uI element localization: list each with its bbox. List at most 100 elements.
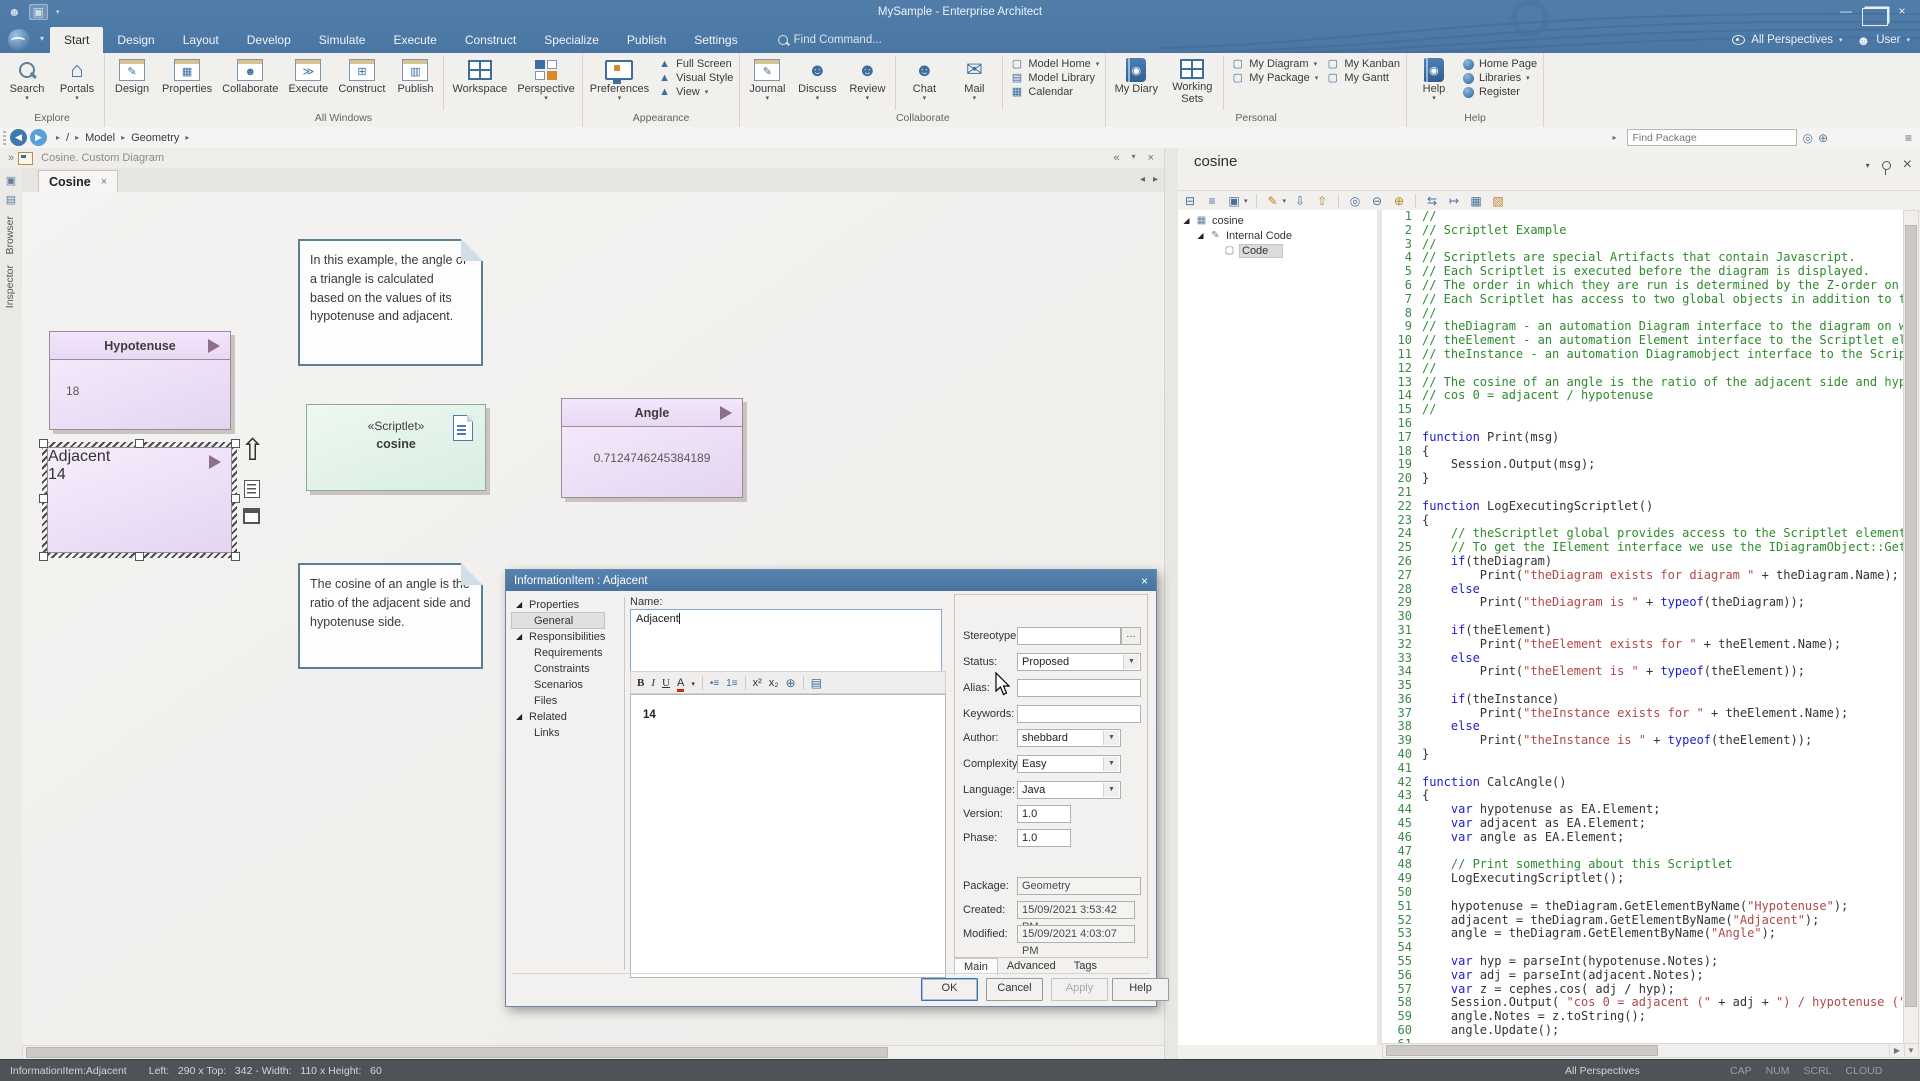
note-element-2[interactable]: The cosine of an angle is the ratio of t… — [298, 563, 483, 669]
close-button[interactable]: × — [1890, 4, 1914, 20]
ribbon-button-journal[interactable]: ✎Journal▾ — [742, 54, 792, 112]
find-icon[interactable]: ◎ — [1347, 194, 1363, 208]
element-adjacent-selection[interactable]: Adjacent 14 — [42, 442, 237, 558]
element-angle[interactable]: Angle 0.7124746245384189 — [561, 398, 743, 498]
ribbon-tab-settings[interactable]: Settings — [680, 27, 751, 53]
resize-handle[interactable] — [231, 439, 240, 448]
find-command[interactable]: Find Command... — [778, 27, 882, 53]
field-stereotype--value[interactable] — [1017, 627, 1121, 645]
field-phase--value[interactable]: 1.0 — [1017, 829, 1071, 847]
ribbon-button-publish[interactable]: ▥Publish — [390, 54, 440, 112]
ribbon-button-home-page[interactable]: Home Page — [1463, 58, 1537, 70]
code-vscrollbar-thumb[interactable] — [1905, 225, 1917, 1007]
ribbon-tab-start[interactable]: Start — [50, 27, 103, 53]
code-hscrollbar-thumb[interactable] — [1386, 1045, 1658, 1056]
dialog-nav-responsibilities[interactable]: ◢Responsibilities — [512, 629, 624, 644]
resize-handle[interactable] — [135, 439, 144, 448]
element-scriptlet-cosine[interactable]: «Scriptlet» cosine — [306, 404, 486, 491]
name-input[interactable]: Adjacent — [630, 609, 942, 673]
ribbon-button-libraries[interactable]: Libraries▾ — [1463, 72, 1537, 84]
ribbon-button-mail[interactable]: ✉Mail▾ — [949, 54, 999, 112]
dock-pane2-icon[interactable]: ▤ — [4, 193, 18, 206]
ok-button[interactable]: OK — [921, 978, 978, 1001]
sidebar-tab-browser[interactable]: Browser — [4, 216, 18, 255]
field-author--value[interactable]: shebbard▼ — [1017, 729, 1121, 747]
breadcrumb-item--[interactable]: / — [66, 132, 69, 144]
zoom-in-icon[interactable]: ⊕ — [1391, 194, 1407, 208]
dropdown-caret-icon[interactable]: ▼ — [1103, 757, 1119, 771]
dialog-nav-files[interactable]: Files — [512, 693, 624, 708]
ribbon-button-execute[interactable]: ≫Execute — [283, 54, 333, 112]
goto-line-icon[interactable]: ↦ — [1446, 194, 1462, 208]
ribbon-button-construct[interactable]: ⊞Construct — [333, 54, 390, 112]
ribbon-button-model-home[interactable]: ▢Model Home▾ — [1010, 58, 1099, 70]
ribbon-button-working-sets[interactable]: Working Sets — [1164, 54, 1220, 112]
field-language--value[interactable]: Java▼ — [1017, 781, 1121, 799]
breadcrumb-item-geometry[interactable]: Geometry — [131, 132, 179, 144]
ribbon-tab-develop[interactable]: Develop — [233, 27, 305, 53]
ribbon-tab-publish[interactable]: Publish — [613, 27, 680, 53]
resize-handle[interactable] — [231, 494, 240, 503]
tab-close-icon[interactable]: × — [101, 176, 107, 188]
minimize-button[interactable]: — — [1834, 4, 1858, 20]
ribbon-tab-layout[interactable]: Layout — [169, 27, 233, 53]
dropdown-caret-icon[interactable]: ▼ — [1103, 731, 1119, 745]
new-window-icon[interactable]: ▣ — [1226, 194, 1242, 208]
tab-scroll-right-icon[interactable]: ▸ — [1153, 174, 1158, 185]
richtext-bold-icon[interactable]: B — [637, 677, 644, 689]
resize-handle[interactable] — [231, 552, 240, 561]
user-menu[interactable]: User — [1876, 34, 1900, 46]
collapse-icon[interactable]: « — [1113, 152, 1119, 164]
dialog-nav-general[interactable]: General — [512, 613, 604, 628]
richtext-subscript-icon[interactable]: x₂ — [769, 677, 779, 689]
ribbon-button-discuss[interactable]: ☻Discuss▾ — [792, 54, 842, 112]
perspectives-menu[interactable]: All Perspectives — [1751, 34, 1833, 46]
scroll-down-icon[interactable]: ▼ — [1903, 1043, 1919, 1058]
panel-menu-caret-icon[interactable]: ▾ — [1866, 161, 1870, 170]
nav-forward-button[interactable]: ▶ — [30, 129, 47, 146]
overflow-chevron-icon[interactable]: » — [8, 152, 14, 164]
cancel-button[interactable]: Cancel — [986, 978, 1043, 1001]
dropdown-caret-icon[interactable]: ▾ — [1132, 152, 1136, 164]
find-package-input[interactable] — [1627, 129, 1797, 146]
ribbon-button-my-kanban[interactable]: ▢My Kanban — [1326, 58, 1400, 70]
richtext-font-color-icon[interactable]: A — [677, 677, 684, 689]
resize-handle[interactable] — [135, 552, 144, 561]
ribbon-button-design[interactable]: ✎Design — [107, 54, 157, 112]
richtext-hyperlink-icon[interactable]: ⊕ — [786, 676, 796, 690]
tree-item-code[interactable]: ▢Code — [1178, 243, 1377, 258]
restore-button[interactable] — [1862, 4, 1886, 20]
ribbon-button-calendar[interactable]: ▦Calendar — [1010, 86, 1099, 98]
dialog-nav-scenarios[interactable]: Scenarios — [512, 677, 624, 692]
ribbon-button-my-diary[interactable]: ◉My Diary — [1108, 54, 1164, 112]
ribbon-button-preferences[interactable]: Preferences▾ — [585, 54, 654, 112]
ribbon-button-portals[interactable]: ⌂Portals▾ — [52, 54, 102, 112]
richtext-document-icon[interactable]: ▤ — [811, 676, 822, 690]
element-adjacent[interactable]: Adjacent 14 — [47, 447, 232, 553]
resize-handle[interactable] — [39, 552, 48, 561]
ribbon-button-my-gantt[interactable]: ▢My Gantt — [1326, 72, 1400, 84]
chevron-right-icon[interactable]: ▸ — [1612, 133, 1616, 142]
dialog-nav-related[interactable]: ◢Related — [512, 709, 624, 724]
ribbon-button-collaborate[interactable]: ☻Collaborate — [217, 54, 283, 112]
dialog-titlebar[interactable]: InformationItem : Adjacent × — [506, 570, 1156, 591]
image-icon[interactable]: ▧ — [1490, 194, 1506, 208]
ribbon-tab-specialize[interactable]: Specialize — [530, 27, 613, 53]
element-dock-icon[interactable] — [243, 508, 260, 524]
dropdown-caret-icon[interactable]: ▼ — [1103, 783, 1119, 797]
ribbon-button-review[interactable]: ☻Review▾ — [842, 54, 892, 112]
help-button[interactable]: Help — [1112, 978, 1169, 1001]
element-list-icon[interactable] — [244, 480, 260, 498]
grid-icon[interactable]: ▦ — [1468, 194, 1484, 208]
sidebar-tab-inspector[interactable]: Inspector — [4, 265, 18, 308]
pin-icon[interactable] — [1882, 161, 1891, 170]
list-view-icon[interactable]: ≡ — [1204, 194, 1220, 208]
ribbon-tab-execute[interactable]: Execute — [379, 27, 450, 53]
close-toolbar-icon[interactable]: × — [1148, 152, 1154, 164]
richtext-numbered-list-icon[interactable]: 1≡ — [726, 677, 737, 689]
richtext-underline-icon[interactable]: U — [662, 677, 670, 689]
browse-button[interactable]: … — [1121, 627, 1141, 645]
expander-icon[interactable]: ◢ — [516, 632, 525, 641]
panel-close-icon[interactable]: × — [1903, 156, 1912, 174]
scroll-right-icon[interactable]: ▶ — [1889, 1043, 1905, 1058]
